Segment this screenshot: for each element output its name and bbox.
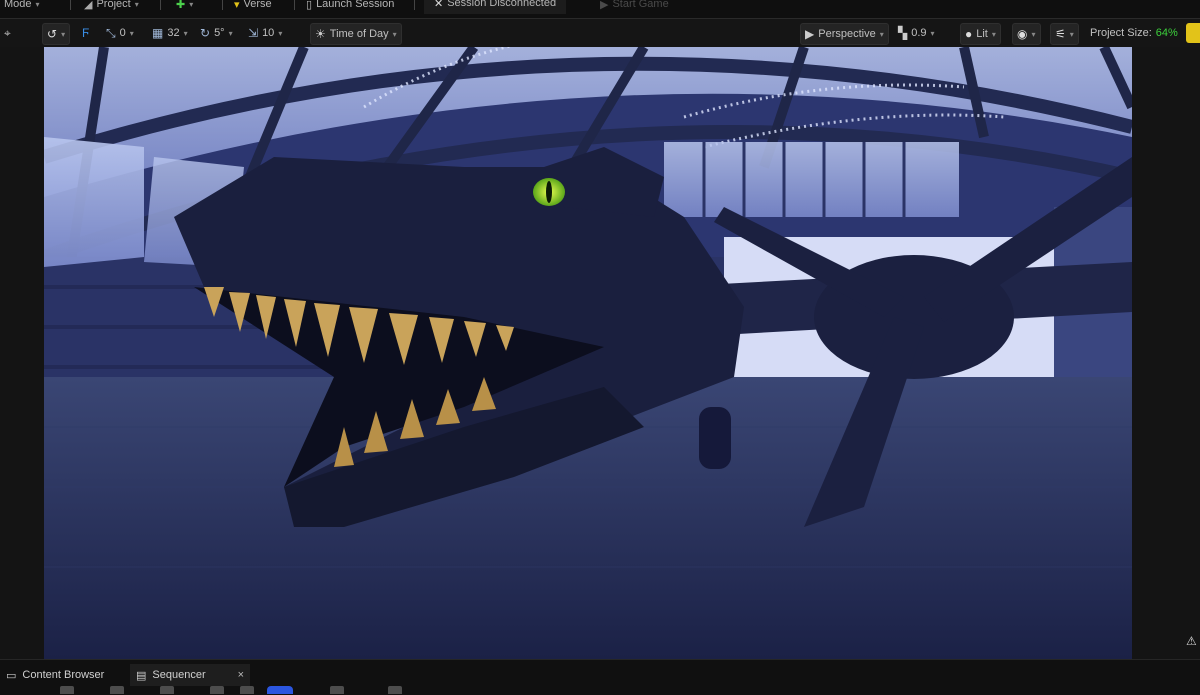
tool-icon[interactable] [210,686,224,694]
lit-sphere-icon: ● [965,27,973,41]
chevron-down-icon: ▾ [134,0,139,9]
time-of-day-button[interactable]: ☀ Time of Day ▾ [310,23,402,45]
left-panel-edge [0,47,44,659]
transform-button[interactable]: ⌖ [0,23,15,43]
perspective-label: Perspective [818,28,876,40]
camera-speed-value: 0.9 [911,27,927,39]
sequencer-label: Sequencer [152,669,206,681]
settings-icon: ⚟ [1055,27,1066,41]
rotation-snap-button[interactable]: ↻ 5° ▾ [196,23,237,43]
grid-size-button[interactable]: ▦ 32 ▾ [148,23,192,43]
scene-render [44,47,1132,659]
grid-icon: ▦ [152,26,164,40]
close-icon[interactable]: × [238,669,244,681]
verse-icon: ▾ [234,0,240,11]
project-size-value: 64% [1155,27,1178,39]
divider [294,0,295,10]
project-size-details-button[interactable] [1186,23,1200,43]
view-mode-label: Lit [976,28,988,40]
sequencer-toolbar [0,686,1200,694]
clapper-icon: ▤ [136,669,147,682]
scale-snap-button[interactable]: ⇲ 10 ▾ [244,23,286,43]
chevron-down-icon: ▾ [129,28,134,38]
surface-snap-button[interactable]: ↺ ▾ [42,23,71,45]
mode-label: Mode [4,0,32,10]
chevron-down-icon: ▾ [879,29,884,39]
tool-icon[interactable] [110,686,124,694]
content-browser-label: Content Browser [22,669,105,681]
chevron-down-icon: ▾ [183,28,188,38]
camera-speed-button[interactable]: ▚ 0.9 ▾ [894,23,939,43]
tab-sequencer[interactable]: ▤ Sequencer × [130,664,251,686]
tool-icon[interactable] [388,686,402,694]
start-game-label: Start Game [612,0,669,10]
project-icon: ◢ [84,0,93,11]
top-menu-bar: Mode ▾ ◢ Project ▾ ✚ ▾ ▾ Verse ▯ Launch … [0,0,1200,19]
disconnect-icon: ✕ [434,0,444,10]
chevron-down-icon: ▾ [228,28,233,38]
divider [222,0,223,10]
eye-icon: ◉ [1017,27,1028,41]
time-of-day-label: Time of Day [329,28,389,40]
scale-snap-value: 10 [262,27,275,39]
surface-snap-icon: ↺ [47,27,58,41]
snap-floor-icon: Ϝ [82,26,90,40]
chevron-down-icon: ▾ [189,0,194,9]
rotation-snap-value: 5° [214,27,225,39]
divider [160,0,161,10]
project-size-indicator: Project Size: 64% [1086,23,1182,43]
add-menu[interactable]: ✚ ▾ [176,0,193,14]
folder-icon: ▭ [6,669,17,682]
tool-icon[interactable] [160,686,174,694]
chevron-down-icon: ▾ [392,29,397,39]
snap-to-floor-button[interactable]: Ϝ [78,23,93,43]
project-size-label: Project Size: [1090,27,1152,39]
transform-icon: ⌖ [4,25,11,40]
speed-icon: ▚ [898,26,908,40]
chevron-down-icon: ▾ [1031,29,1036,39]
tool-icon[interactable] [330,686,344,694]
active-tool-icon[interactable] [267,686,293,694]
show-flags-button[interactable]: ◉ ▾ [1012,23,1041,45]
project-label: Project [96,0,131,10]
chevron-down-icon: ▾ [930,28,935,38]
project-menu[interactable]: ◢ Project ▾ [84,0,139,14]
phone-icon: ▯ [306,0,313,11]
divider [414,0,415,10]
verse-label: Verse [243,0,272,10]
chevron-down-icon: ▾ [991,29,996,39]
add-icon: ✚ [176,0,186,11]
viewport-settings-button[interactable]: ⚟ ▾ [1050,23,1079,45]
mode-menu[interactable]: Mode ▾ [4,0,40,14]
launch-session-label: Launch Session [316,0,395,10]
sun-icon: ☀ [315,27,326,41]
tool-icon[interactable] [60,686,74,694]
verse-menu[interactable]: ▾ Verse [234,0,272,14]
play-icon: ▶ [600,0,609,11]
right-panel-edge [1132,47,1200,659]
grid-snap-icon: ⤡ [106,25,116,40]
perspective-button[interactable]: ▶ Perspective ▾ [800,23,889,45]
viewport-toolbar: ⌖ ↺ ▾ Ϝ ⤡ 0 ▾ ▦ 32 ▾ ↻ 5° ▾ ⇲ 10 ▾ ☀ Tim… [0,19,1200,47]
view-mode-button[interactable]: ● Lit ▾ [960,23,1001,45]
divider [70,0,71,10]
rotation-snap-icon: ↻ [200,26,211,40]
chevron-down-icon: ▾ [1069,29,1074,39]
start-game-button[interactable]: ▶ Start Game [600,0,669,14]
warning-icon[interactable]: ⚠ [1186,634,1200,648]
grid-snap-button[interactable]: ⤡ 0 ▾ [102,23,138,43]
chevron-down-icon: ▾ [35,0,40,9]
session-status[interactable]: ✕ Session Disconnected [424,0,567,14]
tab-content-browser[interactable]: ▭ Content Browser [0,664,110,686]
level-viewport[interactable] [44,47,1132,659]
tool-icon[interactable] [240,686,254,694]
grid-size-value: 32 [167,27,180,39]
grid-snap-value: 0 [119,27,126,39]
chevron-down-icon: ▾ [61,29,66,39]
scale-snap-icon: ⇲ [248,26,259,40]
camera-icon: ▶ [805,27,815,41]
session-status-label: Session Disconnected [447,0,557,9]
chevron-down-icon: ▾ [278,28,283,38]
launch-session-button[interactable]: ▯ Launch Session [306,0,394,14]
